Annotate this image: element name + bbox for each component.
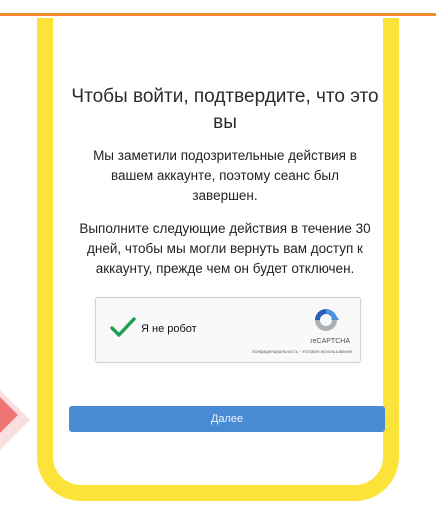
recaptcha-brand: reCAPTCHA: [310, 338, 350, 345]
decorative-red-shape: [0, 360, 37, 490]
page-title: Чтобы войти, подтвердите, что это вы: [71, 86, 379, 133]
instructions-text: Выполните следующие действия в течение 3…: [79, 221, 371, 276]
top-accent-line: [0, 13, 436, 16]
privacy-link[interactable]: Конфиденциальность: [252, 349, 298, 354]
link-separator: -: [299, 349, 301, 354]
recaptcha-links: Конфиденциальность - Условия использован…: [252, 349, 352, 354]
verification-content: Чтобы войти, подтвердите, что это вы Мы …: [62, 84, 388, 292]
top-bar: [0, 0, 436, 16]
recaptcha-widget[interactable]: Я не робот reCAPTCHA Конфиденциальность …: [95, 297, 361, 363]
suspicious-activity-notice: Мы заметили подозрительные действия в ва…: [93, 148, 357, 203]
recaptcha-logo-icon: [315, 309, 339, 331]
captcha-label[interactable]: Я не робот: [141, 323, 197, 335]
terms-link[interactable]: Условия использования: [302, 349, 352, 354]
next-button[interactable]: Далее: [69, 406, 385, 432]
checkmark-icon[interactable]: [110, 316, 136, 338]
